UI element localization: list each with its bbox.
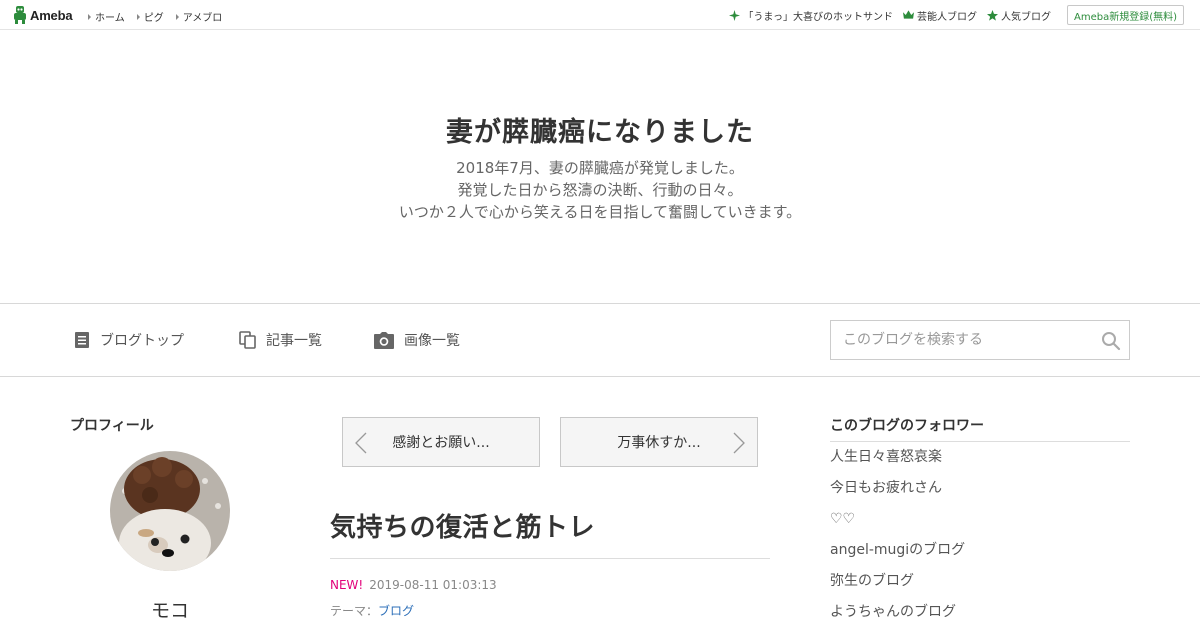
divider <box>330 558 770 559</box>
global-header: Ameba ホーム ピグ アメブロ 「うまっ」大喜びのホットサンド 芸能人ブログ… <box>0 0 1200 30</box>
nav-blog-top[interactable]: ブログトップ <box>74 330 184 350</box>
blog-description: 2018年7月、妻の膵臓癌が発覚しました。 発覚した日から怒濤の決断、行動の日々… <box>0 157 1200 223</box>
sparkle-icon <box>729 9 741 21</box>
celebrity-blog-label: 芸能人ブログ <box>916 11 977 23</box>
chevron-right-icon <box>733 432 745 454</box>
list-item: angel-mugiのブログ <box>830 541 965 572</box>
popular-blog-link[interactable]: 人気ブログ <box>986 8 1051 23</box>
avatar-image <box>110 451 230 571</box>
global-nav: ホーム ピグ アメブロ <box>88 9 234 24</box>
popular-blog-label: 人気ブログ <box>1000 11 1051 23</box>
ameba-logo[interactable]: Ameba <box>13 6 73 24</box>
blog-search <box>830 320 1130 360</box>
follower-link[interactable]: 今日もお疲れさん <box>830 480 942 496</box>
list-item: 今日もお疲れさん <box>830 479 965 510</box>
arrow-right-icon <box>175 13 179 20</box>
arrow-right-icon <box>88 13 91 20</box>
next-entry-label: 万事休すか... <box>617 435 701 451</box>
blog-description-line: いつか２人で心から笑える日を目指して奮闘していきます。 <box>398 203 802 221</box>
nav-label: 記事一覧 <box>266 333 322 349</box>
follower-link[interactable]: 人生日々喜怒哀楽 <box>830 449 942 465</box>
search-input[interactable] <box>831 321 1081 359</box>
followers-list: 人生日々喜怒哀楽 今日もお疲れさん ♡♡ angel-mugiのブログ 弥生のブ… <box>830 448 965 630</box>
prev-entry-button[interactable]: 感謝とお願い... <box>342 417 540 467</box>
nav-label: 画像一覧 <box>404 333 460 349</box>
profile-heading: プロフィール <box>70 418 154 434</box>
follower-link[interactable]: ♡♡ <box>830 511 855 527</box>
celebrity-blog-link[interactable]: 芸能人ブログ <box>902 8 977 23</box>
global-nav-pigg[interactable]: ピグ <box>136 9 164 24</box>
prev-entry-label: 感謝とお願い... <box>392 435 490 451</box>
follower-link[interactable]: angel-mugiのブログ <box>830 542 965 558</box>
list-item: 人生日々喜怒哀楽 <box>830 448 965 479</box>
promo-link-label: 「うまっ」大喜びのホットサンド <box>743 11 893 23</box>
nav-image-list[interactable]: 画像一覧 <box>374 330 460 350</box>
nav-entry-list[interactable]: 記事一覧 <box>239 330 322 350</box>
blog-header: 妻が膵臓癌になりました 2018年7月、妻の膵臓癌が発覚しました。 発覚した日か… <box>0 30 1200 303</box>
next-entry-button[interactable]: 万事休すか... <box>560 417 758 467</box>
divider <box>830 441 1130 442</box>
signup-button[interactable]: Ameba新規登録(無料) <box>1066 5 1184 25</box>
global-nav-label: アメブロ <box>182 13 223 24</box>
copy-icon <box>239 331 256 349</box>
arrow-right-icon <box>136 13 140 20</box>
nav-label: ブログトップ <box>100 333 184 349</box>
follower-link[interactable]: 弥生のブログ <box>830 573 914 589</box>
list-item: 弥生のブログ <box>830 572 965 603</box>
entry-theme-link[interactable]: ブログ <box>378 604 414 618</box>
camera-icon <box>374 331 394 349</box>
logo-text: Ameba <box>30 7 73 23</box>
crown-icon <box>902 10 914 19</box>
entry-date: 2019-08-11 01:03:13 <box>369 578 497 592</box>
entry-meta: NEW! 2019-08-11 01:03:13 <box>330 578 497 592</box>
avatar[interactable] <box>110 451 230 571</box>
blog-nav: ブログトップ 記事一覧 画像一覧 <box>0 303 1200 377</box>
global-nav-label: ホーム <box>95 13 125 24</box>
ameba-logo-icon <box>14 6 26 24</box>
global-nav-ameblo[interactable]: アメブロ <box>175 9 223 24</box>
entry-title[interactable]: 気持ちの復活と筋トレ <box>330 507 595 544</box>
document-icon <box>75 332 89 348</box>
blog-description-line: 2018年7月、妻の膵臓癌が発覚しました。 <box>456 159 744 177</box>
list-item: ♡♡ <box>830 510 965 541</box>
profile-name[interactable]: モコ <box>70 596 270 623</box>
chevron-left-icon <box>355 432 367 454</box>
followers-heading: このブログのフォロワー <box>830 418 984 434</box>
global-nav-label: ピグ <box>143 13 164 24</box>
follower-link[interactable]: ようちゃんのブログ <box>830 604 956 620</box>
global-links: 「うまっ」大喜びのホットサンド 芸能人ブログ 人気ブログ Ameba新規登録(無… <box>719 5 1184 25</box>
search-icon[interactable] <box>1101 331 1121 351</box>
global-nav-home[interactable]: ホーム <box>88 9 125 24</box>
blog-title[interactable]: 妻が膵臓癌になりました <box>0 110 1200 149</box>
blog-description-line: 発覚した日から怒濤の決断、行動の日々。 <box>457 181 743 199</box>
star-icon <box>986 9 998 21</box>
new-badge: NEW! <box>330 578 364 592</box>
promo-link[interactable]: 「うまっ」大喜びのホットサンド <box>729 8 893 23</box>
list-item: ようちゃんのブログ <box>830 603 965 630</box>
entry-theme-prefix: テーマ： <box>330 604 379 618</box>
entry-theme: テーマ：ブログ <box>330 602 414 619</box>
